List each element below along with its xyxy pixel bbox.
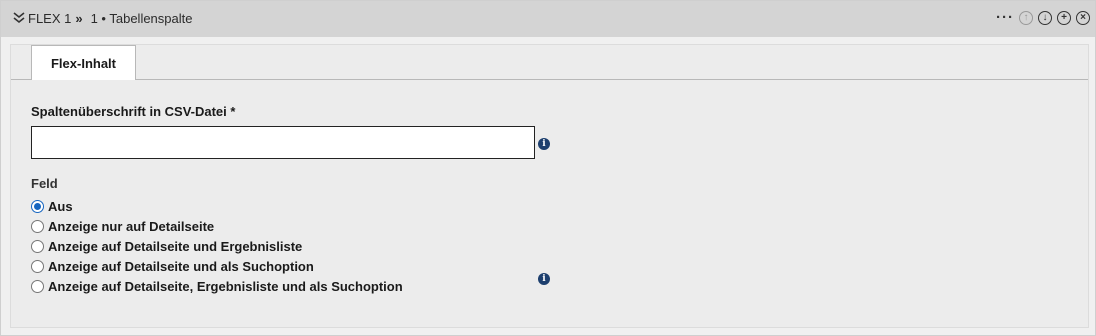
flex-element-frame: FLEX 1 » 1 • Tabellenspalte ··· ↑ ↓ + × …	[0, 0, 1096, 336]
header-actions: ··· ↑ ↓ + ×	[996, 10, 1090, 25]
radio-label: Aus	[48, 198, 73, 214]
feld-radio-group: Aus Anzeige nur auf Detailseite Anzeige …	[31, 196, 403, 296]
add-icon[interactable]: +	[1057, 11, 1071, 25]
radio-label: Anzeige auf Detailseite und als Suchopti…	[48, 258, 314, 274]
column-header-info-icon[interactable]: i	[538, 138, 550, 150]
column-header-label: Spaltenüberschrift in CSV-Datei *	[31, 104, 236, 119]
feld-label: Feld	[31, 176, 58, 191]
radio-label: Anzeige auf Detailseite, Ergebnisliste u…	[48, 278, 403, 294]
element-header: FLEX 1 » 1 • Tabellenspalte ··· ↑ ↓ + ×	[1, 1, 1095, 37]
radio-label: Anzeige nur auf Detailseite	[48, 218, 215, 234]
more-options-icon[interactable]: ···	[996, 10, 1014, 25]
move-down-icon[interactable]: ↓	[1038, 11, 1052, 25]
move-up-icon[interactable]: ↑	[1019, 11, 1033, 25]
column-header-input[interactable]	[31, 126, 535, 159]
tab-bar-divider	[11, 79, 1088, 80]
radio-button[interactable]	[31, 199, 44, 213]
radio-label: Anzeige auf Detailseite und Ergebnislist…	[48, 238, 303, 254]
radio-option-aus[interactable]: Aus	[31, 196, 403, 216]
collapse-icon[interactable]	[12, 11, 26, 25]
radio-button[interactable]	[31, 239, 44, 253]
close-icon[interactable]: ×	[1076, 11, 1090, 25]
breadcrumb: FLEX 1 » 1 • Tabellenspalte	[28, 11, 192, 26]
radio-button[interactable]	[31, 279, 44, 293]
radio-option-detail-search[interactable]: Anzeige auf Detailseite und als Suchopti…	[31, 256, 403, 276]
breadcrumb-separator: »	[75, 11, 83, 26]
radio-button[interactable]	[31, 219, 44, 233]
feld-info-icon[interactable]: i	[538, 273, 550, 285]
radio-button[interactable]	[31, 259, 44, 273]
radio-option-detail-results[interactable]: Anzeige auf Detailseite und Ergebnislist…	[31, 236, 403, 256]
content-panel: Flex-Inhalt Spaltenüberschrift in CSV-Da…	[10, 44, 1089, 328]
breadcrumb-root[interactable]: FLEX 1	[28, 11, 71, 26]
tab-flex-inhalt[interactable]: Flex-Inhalt	[31, 45, 136, 80]
breadcrumb-current: 1 • Tabellenspalte	[90, 11, 193, 26]
radio-option-detail-only[interactable]: Anzeige nur auf Detailseite	[31, 216, 403, 236]
radio-option-detail-results-search[interactable]: Anzeige auf Detailseite, Ergebnisliste u…	[31, 276, 403, 296]
